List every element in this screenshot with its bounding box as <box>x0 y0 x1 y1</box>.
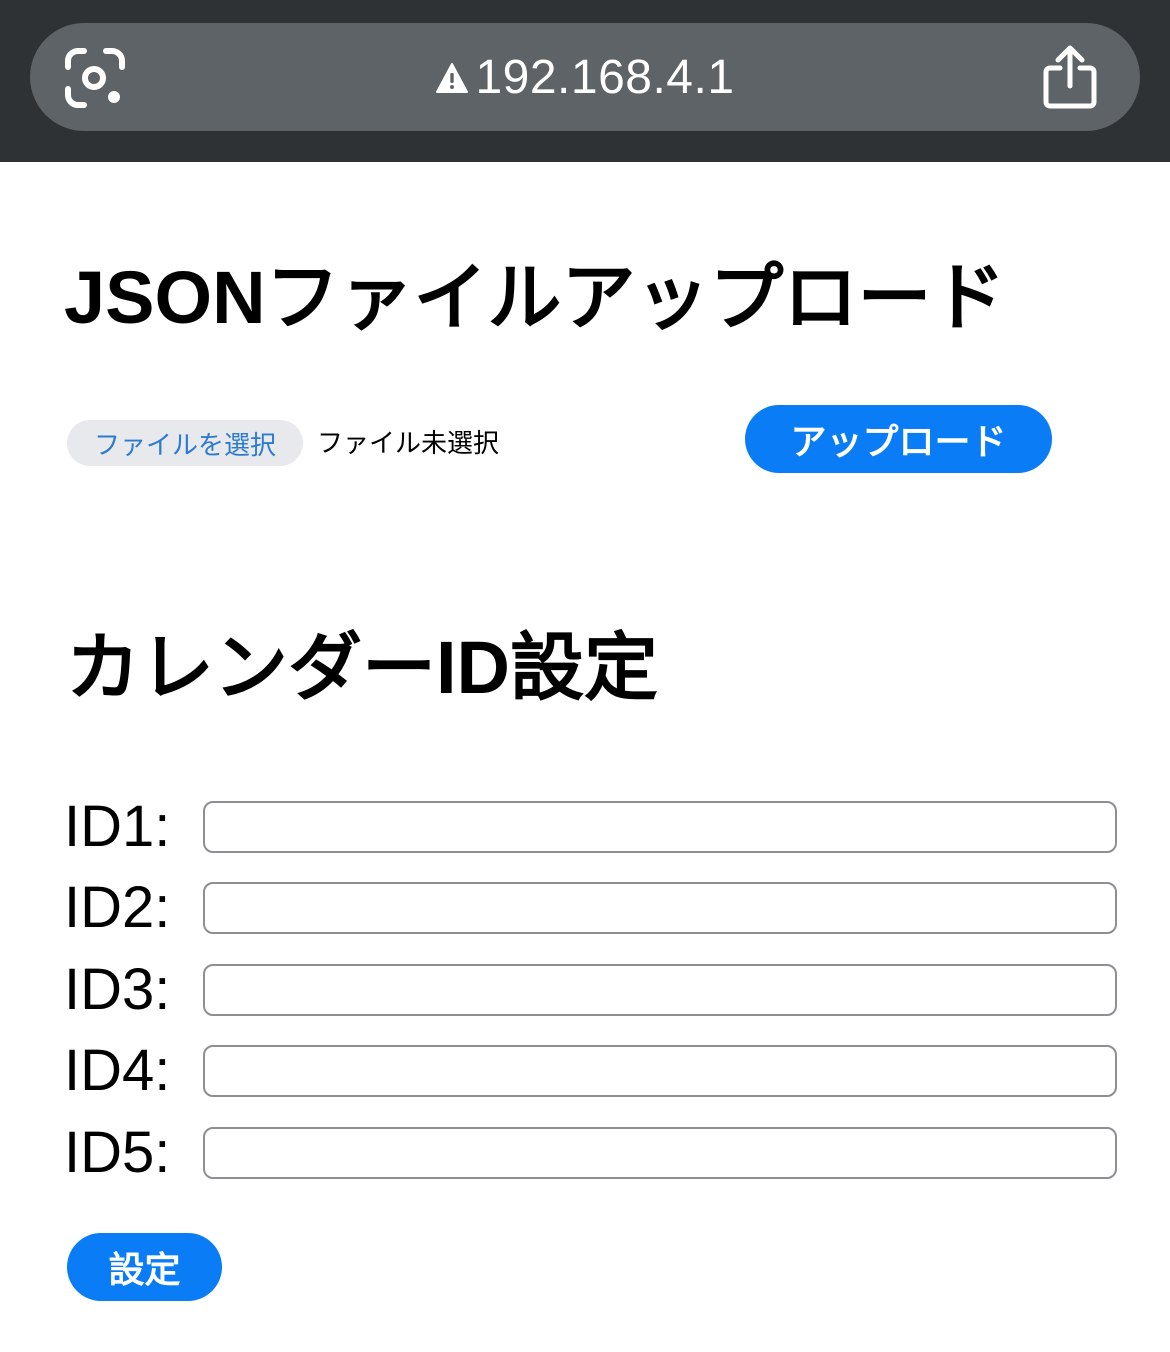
upload-section-title: JSONファイルアップロード <box>64 256 1006 339</box>
id-row-3: ID3: <box>0 960 1170 1020</box>
id-row-5: ID5: <box>0 1123 1170 1183</box>
file-status-text: ファイル未選択 <box>317 428 500 458</box>
id-row-1: ID1: <box>0 797 1170 857</box>
id5-label: ID5: <box>64 1120 171 1185</box>
id5-input[interactable] <box>203 1127 1117 1179</box>
id3-input[interactable] <box>203 964 1117 1016</box>
set-button[interactable]: 設定 <box>67 1233 222 1301</box>
browser-toolbar: 192.168.4.1 <box>0 0 1170 162</box>
id3-label: ID3: <box>64 957 171 1022</box>
upload-button[interactable]: アップロード <box>745 405 1052 473</box>
id-row-2: ID2: <box>0 878 1170 938</box>
url-text: 192.168.4.1 <box>475 51 735 104</box>
share-icon[interactable] <box>1040 44 1100 110</box>
id1-label: ID1: <box>64 794 171 859</box>
warning-icon <box>436 63 469 93</box>
id4-label: ID4: <box>64 1038 171 1103</box>
calendar-section-title: カレンダーID設定 <box>66 626 658 709</box>
id4-input[interactable] <box>203 1045 1117 1097</box>
choose-file-button[interactable]: ファイルを選択 <box>67 420 303 466</box>
id2-label: ID2: <box>64 875 171 940</box>
id1-input[interactable] <box>203 801 1117 853</box>
id-row-4: ID4: <box>0 1041 1170 1101</box>
url-display[interactable]: 192.168.4.1 <box>0 47 1170 109</box>
id2-input[interactable] <box>203 882 1117 934</box>
